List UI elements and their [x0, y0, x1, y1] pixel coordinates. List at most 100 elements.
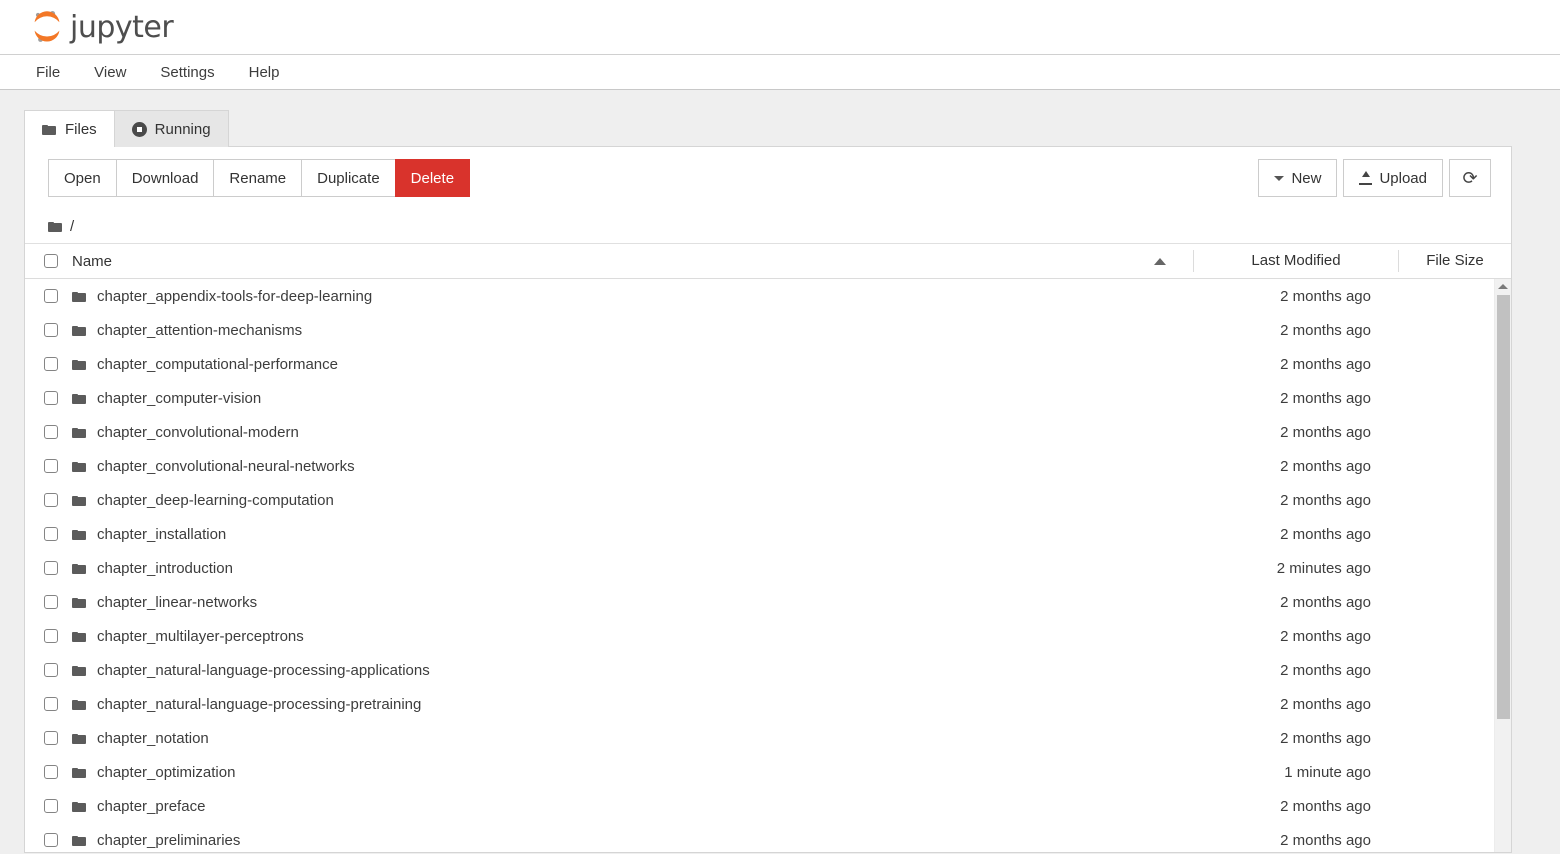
folder-icon [72, 596, 87, 608]
table-row[interactable]: chapter_introduction 2 minutes ago [25, 551, 1511, 585]
row-name-link[interactable]: chapter_installation [97, 526, 1126, 543]
sort-toggle[interactable] [1126, 250, 1194, 272]
open-button[interactable]: Open [48, 159, 117, 197]
row-name-link[interactable]: chapter_attention-mechanisms [97, 322, 1126, 339]
download-button[interactable]: Download [115, 159, 215, 197]
new-button[interactable]: New [1258, 159, 1338, 197]
row-icon-cell [72, 698, 97, 710]
row-name-link[interactable]: chapter_multilayer-perceptrons [97, 628, 1126, 645]
row-icon-cell [72, 664, 97, 676]
row-name-link[interactable]: chapter_optimization [97, 764, 1126, 781]
menu-item-settings[interactable]: Settings [158, 61, 216, 84]
row-name-link[interactable]: chapter_preliminaries [97, 832, 1126, 849]
upload-button[interactable]: Upload [1343, 159, 1443, 197]
menu-item-file[interactable]: File [34, 61, 62, 84]
row-checkbox[interactable] [43, 765, 58, 779]
table-row[interactable]: chapter_deep-learning-computation 2 month… [25, 483, 1511, 517]
row-checkbox[interactable] [43, 357, 58, 371]
row-name-link[interactable]: chapter_computational-performance [97, 356, 1126, 373]
logo-bar: jupyter [0, 0, 1560, 55]
files-toolbar: Open Download Rename Duplicate Delete Ne… [25, 147, 1511, 209]
row-checkbox[interactable] [43, 425, 58, 439]
row-last-modified: 2 months ago [1280, 321, 1371, 339]
row-checkbox[interactable] [43, 697, 58, 711]
duplicate-button[interactable]: Duplicate [301, 159, 396, 197]
row-name-link[interactable]: chapter_convolutional-neural-networks [97, 458, 1126, 475]
row-select-cell [25, 765, 72, 779]
folder-icon [72, 630, 87, 642]
table-row[interactable]: chapter_appendix-tools-for-deep-learning… [25, 279, 1511, 313]
row-last-modified: 2 months ago [1280, 593, 1371, 611]
table-row[interactable]: chapter_notation 2 months ago [25, 721, 1511, 755]
page-body: Files Running Open Download Rename Dupli… [0, 90, 1560, 853]
folder-icon [72, 460, 87, 472]
row-name-link[interactable]: chapter_deep-learning-computation [97, 492, 1126, 509]
row-checkbox[interactable] [43, 663, 58, 677]
row-checkbox[interactable] [43, 391, 58, 405]
row-checkbox[interactable] [43, 323, 58, 337]
folder-icon [72, 358, 87, 370]
table-row[interactable]: chapter_preliminaries 2 months ago [25, 823, 1511, 852]
table-row[interactable]: chapter_linear-networks 2 months ago [25, 585, 1511, 619]
table-row[interactable]: chapter_convolutional-neural-networks 2 m… [25, 449, 1511, 483]
rename-button[interactable]: Rename [213, 159, 303, 197]
folder-icon [72, 528, 87, 540]
scroll-up-glyph [1498, 283, 1508, 289]
tab-files[interactable]: Files [24, 110, 115, 147]
table-row[interactable]: chapter_multilayer-perceptrons 2 months a… [25, 619, 1511, 653]
table-row[interactable]: chapter_optimization 1 minute ago [25, 755, 1511, 789]
table-row[interactable]: chapter_computer-vision 2 months ago [25, 381, 1511, 415]
jupyter-logo-icon[interactable] [30, 9, 64, 45]
scroll-up-arrow-icon[interactable] [1495, 279, 1511, 293]
table-row[interactable]: chapter_computational-performance 2 month… [25, 347, 1511, 381]
row-icon-cell [72, 460, 97, 472]
row-select-cell [25, 323, 72, 337]
row-checkbox[interactable] [43, 561, 58, 575]
row-select-cell [25, 459, 72, 473]
column-header-file-size[interactable]: File Size [1399, 250, 1511, 272]
row-select-cell [25, 493, 72, 507]
row-checkbox[interactable] [43, 493, 58, 507]
row-name-link[interactable]: chapter_introduction [97, 560, 1126, 577]
menu-item-help[interactable]: Help [247, 61, 282, 84]
vertical-scroll-thumb[interactable] [1497, 295, 1510, 719]
table-row[interactable]: chapter_installation 2 months ago [25, 517, 1511, 551]
menu-item-view[interactable]: View [92, 61, 128, 84]
delete-button[interactable]: Delete [394, 159, 471, 197]
row-last-modified: 2 months ago [1280, 661, 1371, 679]
column-header-name[interactable]: Name [72, 253, 1126, 270]
table-row[interactable]: chapter_convolutional-modern 2 months ago [25, 415, 1511, 449]
tab-running[interactable]: Running [113, 110, 229, 147]
table-row[interactable]: chapter_natural-language-processing-pret… [25, 687, 1511, 721]
row-checkbox[interactable] [43, 527, 58, 541]
table-row[interactable]: chapter_attention-mechanisms 2 months ago [25, 313, 1511, 347]
row-checkbox[interactable] [43, 731, 58, 745]
row-name-link[interactable]: chapter_notation [97, 730, 1126, 747]
row-last-modified: 2 months ago [1280, 389, 1371, 407]
breadcrumb-path[interactable]: / [70, 218, 74, 235]
row-name-link[interactable]: chapter_appendix-tools-for-deep-learning [97, 288, 1126, 305]
column-header-last-modified[interactable]: Last Modified [1194, 250, 1399, 272]
row-name-link[interactable]: chapter_preface [97, 798, 1126, 815]
row-checkbox[interactable] [43, 595, 58, 609]
row-checkbox[interactable] [43, 833, 58, 847]
tab-running-label: Running [154, 120, 211, 138]
refresh-button[interactable]: ⟳ [1449, 159, 1491, 197]
row-name-link[interactable]: chapter_computer-vision [97, 390, 1126, 407]
select-all-cell [25, 254, 72, 268]
table-row[interactable]: chapter_natural-language-processing-appl… [25, 653, 1511, 687]
select-all-checkbox[interactable] [43, 254, 58, 268]
row-name-link[interactable]: chapter_linear-networks [97, 594, 1126, 611]
row-name-link[interactable]: chapter_convolutional-modern [97, 424, 1126, 441]
row-checkbox[interactable] [43, 799, 58, 813]
row-name-link[interactable]: chapter_natural-language-processing-appl… [97, 662, 1126, 679]
breadcrumb[interactable]: / [25, 209, 1511, 243]
vertical-scrollbar[interactable] [1494, 279, 1511, 852]
row-name-link[interactable]: chapter_natural-language-processing-pret… [97, 696, 1126, 713]
folder-icon [72, 698, 87, 710]
row-checkbox[interactable] [43, 459, 58, 473]
table-row[interactable]: chapter_preface 2 months ago [25, 789, 1511, 823]
row-checkbox[interactable] [43, 289, 58, 303]
row-select-cell [25, 289, 72, 303]
row-checkbox[interactable] [43, 629, 58, 643]
